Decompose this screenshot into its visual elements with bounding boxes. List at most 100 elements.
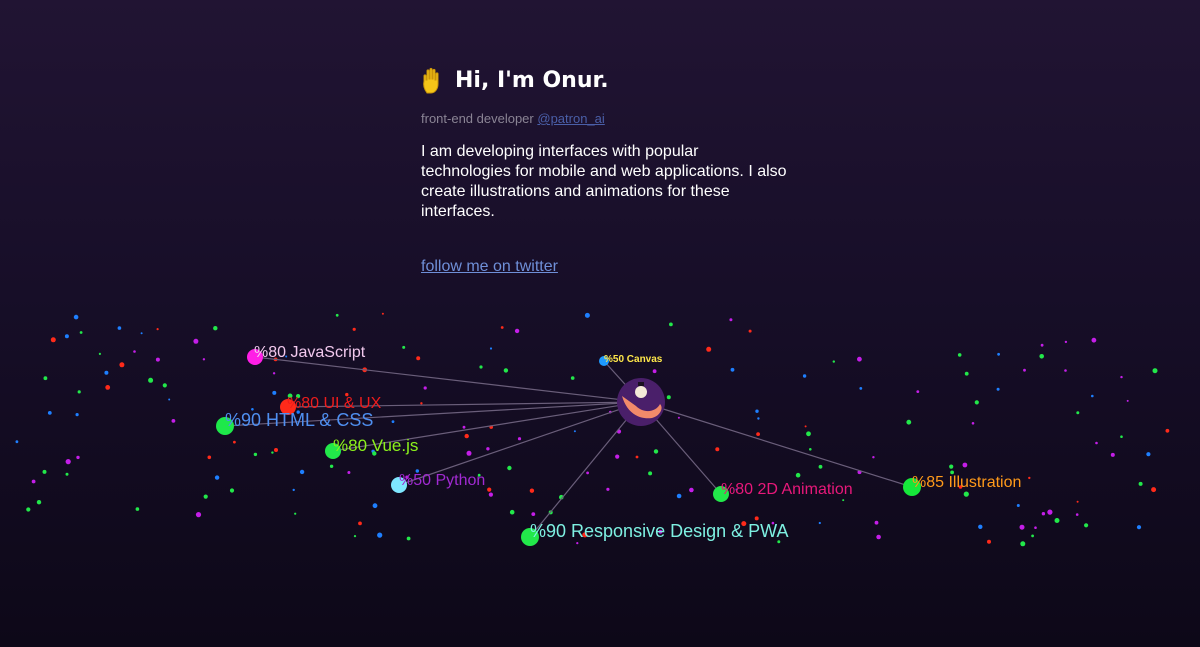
particle-dot	[140, 332, 143, 335]
particle-dot	[272, 372, 276, 375]
particle-dot	[402, 345, 406, 349]
particle-dot	[1165, 428, 1170, 433]
particle-dot	[872, 456, 875, 459]
particle-dot	[1016, 504, 1020, 507]
particle-dot	[486, 447, 490, 451]
particle-dot	[874, 520, 879, 525]
particle-dot	[479, 365, 483, 369]
particle-dot	[974, 400, 979, 405]
particle-dot	[98, 352, 101, 355]
particle-dot	[406, 536, 411, 541]
particle-dot	[978, 524, 983, 529]
particle-dot	[31, 479, 36, 484]
particle-dot	[117, 326, 122, 330]
particle-dot	[669, 322, 673, 327]
particle-dot	[213, 326, 218, 331]
particle-dot	[214, 475, 220, 480]
particle-dot	[795, 472, 801, 478]
particle-dot	[1028, 476, 1031, 480]
particle-dot	[949, 464, 954, 469]
particle-dot	[335, 313, 339, 317]
particle-dot	[916, 390, 920, 393]
particle-dot	[754, 516, 759, 521]
skills-network: %80 JavaScript%80 UI & UX%90 HTML & CSS%…	[15, 312, 1170, 547]
particle-dot	[971, 422, 975, 425]
particle-dot	[416, 356, 421, 361]
particle-dot	[1084, 523, 1089, 528]
particle-dot	[964, 371, 969, 376]
particle-dot	[156, 328, 159, 331]
skill-nodes	[216, 349, 921, 546]
particle-dot	[666, 395, 671, 400]
particle-dot	[615, 454, 620, 459]
particle-dot	[77, 390, 81, 394]
particle-dot	[466, 450, 472, 456]
particle-dot	[488, 492, 493, 497]
particle-dot	[987, 539, 991, 544]
particle-dot	[818, 521, 821, 525]
particle-dot	[1034, 526, 1037, 529]
particle-dot	[299, 469, 305, 475]
particle-dot	[274, 448, 278, 452]
particle-dot	[1047, 509, 1053, 515]
particle-dot	[148, 377, 154, 383]
particle-dot	[233, 440, 236, 444]
particle-dot	[1110, 452, 1115, 457]
particle-dot	[586, 471, 589, 475]
particle-dot	[76, 455, 80, 460]
particle-dot	[1151, 487, 1157, 493]
skill-label: %85 Illustration	[912, 474, 1021, 491]
particle-dot	[748, 329, 752, 333]
particle-dot	[876, 534, 881, 540]
particle-dot	[514, 328, 520, 334]
particle-dot	[203, 494, 208, 499]
particle-dot	[272, 390, 277, 395]
particle-dot	[271, 451, 274, 454]
particle-dot	[1020, 541, 1026, 547]
skill-label: %50 Python	[399, 472, 485, 489]
skill-labels: %80 JavaScript%80 UI & UX%90 HTML & CSS%…	[225, 344, 1021, 541]
avatar-face	[635, 386, 647, 398]
particle-dot	[1031, 534, 1034, 538]
particle-dot	[1064, 369, 1067, 372]
particle-dot	[653, 449, 659, 454]
particle-dot	[195, 511, 202, 518]
particle-dot	[584, 312, 590, 318]
particle-dot	[162, 383, 167, 388]
particle-dot	[606, 487, 610, 491]
particle-dot	[50, 337, 56, 343]
particle-dot	[500, 326, 504, 329]
particle-dot	[381, 312, 384, 315]
particle-dot	[755, 409, 759, 413]
particle-dot	[648, 471, 653, 476]
particle-dot	[832, 360, 835, 363]
particle-dot	[996, 387, 1000, 391]
particle-dot	[729, 318, 733, 322]
particle-dot	[420, 402, 423, 405]
particle-dot	[42, 469, 47, 474]
particle-dot	[73, 314, 79, 320]
particle-dot	[391, 420, 395, 423]
particle-dot	[1095, 441, 1098, 445]
particle-dot	[489, 347, 493, 350]
particle-dot	[229, 488, 235, 493]
particle-dot	[509, 509, 515, 515]
particle-dot	[503, 368, 509, 373]
particle-dot	[818, 464, 823, 469]
particle-dot	[1152, 368, 1158, 374]
particle-dot	[135, 507, 140, 511]
particle-dot	[859, 387, 863, 390]
particle-dot	[730, 367, 735, 372]
particle-dot	[1075, 513, 1079, 516]
skill-label: %90 HTML & CSS	[225, 410, 373, 430]
particle-dot	[1040, 343, 1044, 347]
particle-dot	[65, 472, 69, 476]
particle-dot	[652, 369, 657, 374]
particle-dot	[570, 376, 575, 380]
avatar-hair	[638, 382, 644, 386]
particle-dot	[79, 331, 83, 334]
particle-dot	[635, 455, 639, 459]
particle-dot	[155, 357, 160, 362]
particle-dot	[119, 362, 125, 368]
particle-dot	[857, 356, 862, 362]
